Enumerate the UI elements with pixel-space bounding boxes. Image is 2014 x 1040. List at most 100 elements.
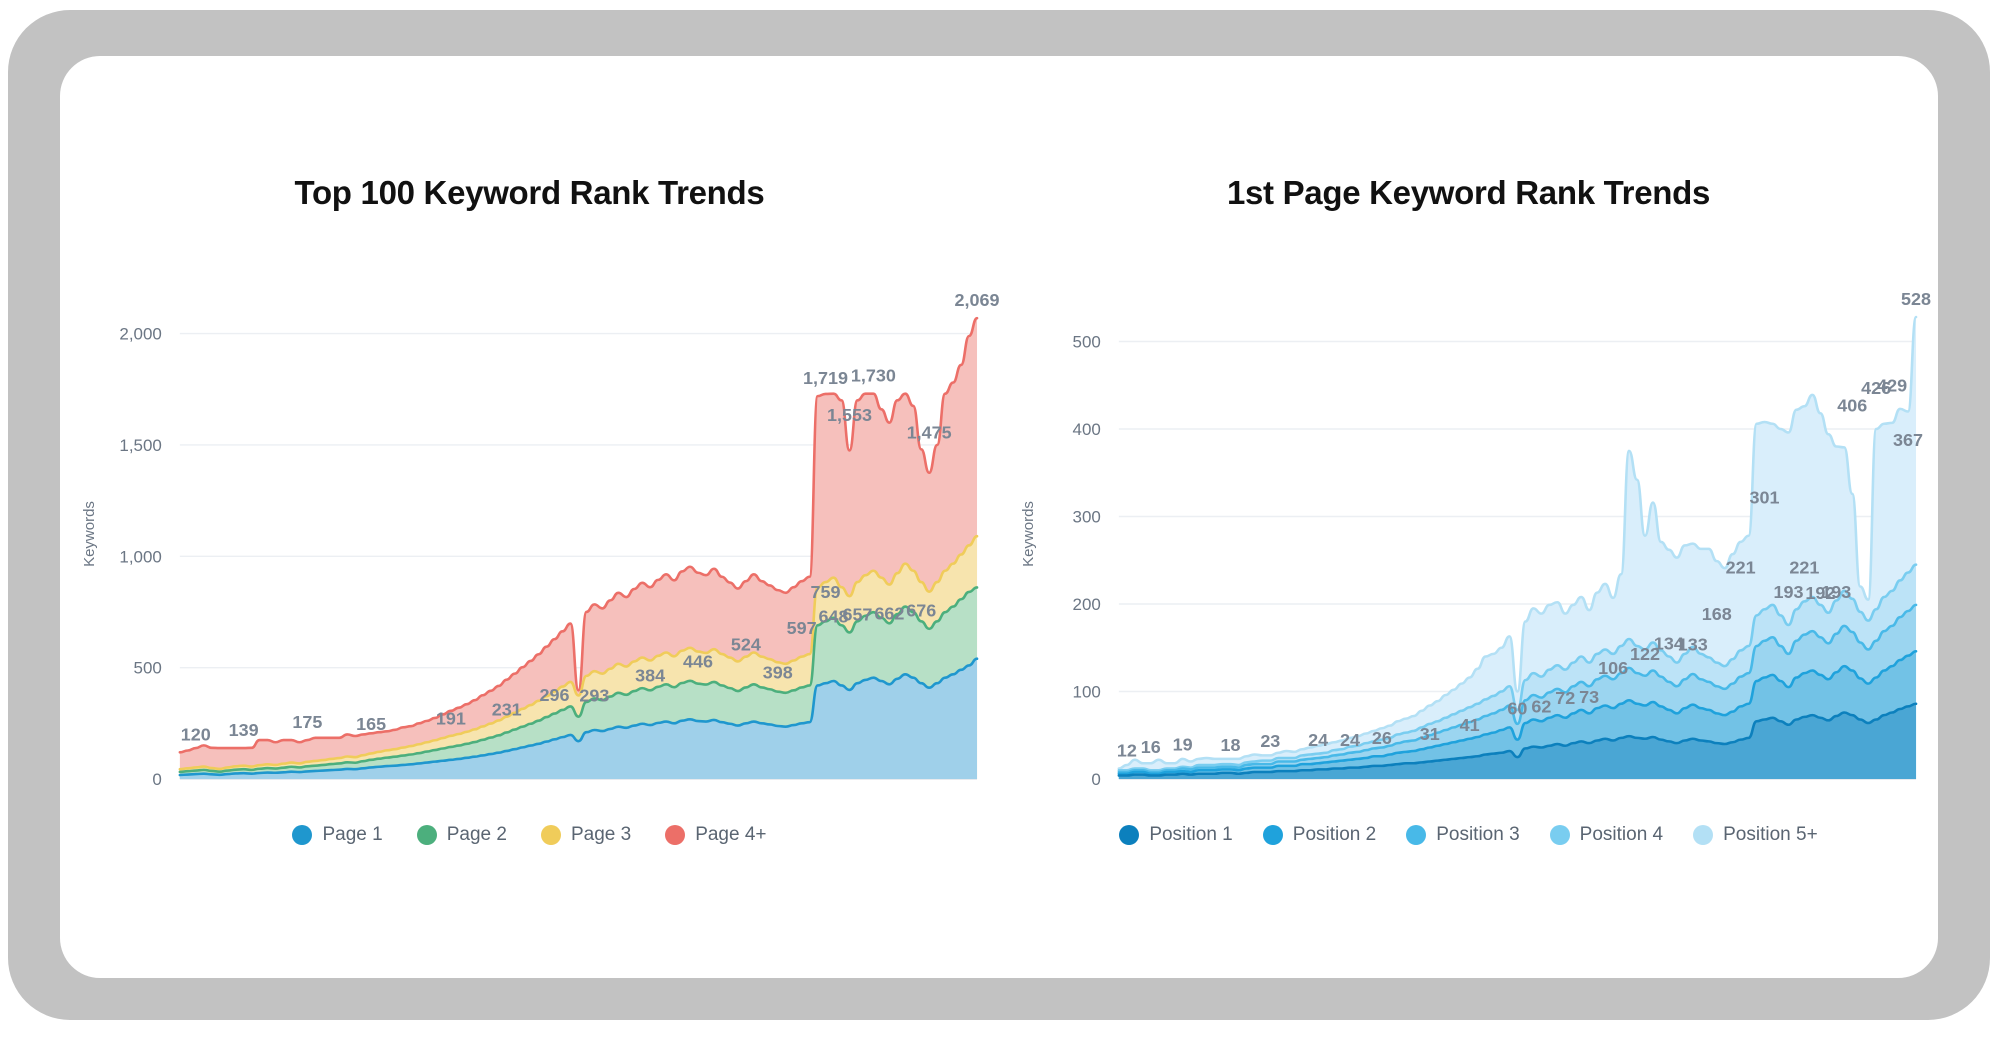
- data-point-label: 175: [292, 712, 322, 732]
- y-axis-tick-label: 1,000: [119, 547, 161, 566]
- data-point-label: 528: [1901, 289, 1931, 309]
- data-point-label: 165: [356, 714, 386, 734]
- legend-top-100: Page 1 Page 2 Page 3 Page 4+: [60, 824, 999, 846]
- dashboard-panel: Top 100 Keyword Rank Trends 0 500 1,000 1,5…: [60, 56, 1938, 978]
- legend-item-label: Page 3: [570, 824, 632, 845]
- data-point-label: 406: [1837, 396, 1867, 416]
- y-axis-tick-label: 1,500: [119, 436, 161, 455]
- y-axis-tick-label: 400: [1073, 420, 1101, 439]
- data-point-label: 106: [1598, 658, 1628, 678]
- data-point-label: 398: [763, 662, 793, 682]
- data-point-label: 1,730: [851, 366, 896, 386]
- legend-item-position-1[interactable]: Position 1: [1119, 824, 1233, 846]
- legend-color-dot: [1693, 825, 1714, 845]
- data-point-label: 293: [579, 686, 609, 706]
- data-point-label: 367: [1893, 430, 1923, 450]
- data-point-label: 231: [492, 700, 522, 720]
- data-point-label: 193: [1773, 582, 1803, 602]
- legend-item-label: Position 1: [1149, 824, 1233, 845]
- data-point-label: 524: [731, 634, 761, 654]
- chart-card-1st-page: 1st Page Keyword Rank Trends 0 100 200 300 4…: [999, 56, 1938, 978]
- area-chart-top-100[interactable]: 0 500 1,000 1,500 2,000 Keywords 120 139 175 165 1…: [60, 241, 999, 841]
- data-point-label: 72: [1555, 688, 1575, 708]
- y-axis-tick-label: 200: [1073, 595, 1101, 614]
- data-point-label: 597: [787, 618, 817, 638]
- legend-item-position-5[interactable]: Position 5+: [1693, 824, 1818, 846]
- legend-color-dot: [1406, 825, 1427, 845]
- data-point-label: 221: [1789, 558, 1819, 578]
- chart-card-top-100: Top 100 Keyword Rank Trends 0 500 1,000 1,5…: [60, 56, 999, 978]
- legend-item-label: Page 4+: [695, 824, 767, 845]
- data-point-label: 1,475: [907, 422, 952, 442]
- chart-title-top-100: Top 100 Keyword Rank Trends: [294, 174, 765, 211]
- plot-area-1st-page: 0 100 200 300 400 500 Keywords 12 16 19 18 23 24 24 26…: [999, 241, 1938, 841]
- data-point-label: 429: [1877, 376, 1907, 396]
- data-point-label: 657: [842, 605, 872, 625]
- data-point-label: 41: [1460, 715, 1480, 735]
- legend-color-dot: [416, 825, 437, 845]
- data-point-label: 23: [1260, 731, 1280, 751]
- data-point-label: 193: [1821, 582, 1851, 602]
- data-point-label: 662: [874, 604, 904, 624]
- legend-item-page-1[interactable]: Page 1: [292, 824, 383, 846]
- legend-item-page-2[interactable]: Page 2: [416, 824, 507, 846]
- y-axis-tick-label: 100: [1073, 682, 1101, 701]
- charts-row: Top 100 Keyword Rank Trends 0 500 1,000 1,5…: [60, 56, 1938, 978]
- y-axis-tick-label: 300: [1073, 507, 1101, 526]
- y-axis-tick-label: 2,000: [119, 325, 161, 344]
- legend-item-position-3[interactable]: Position 3: [1406, 824, 1520, 846]
- legend-item-label: Position 2: [1292, 824, 1377, 845]
- data-point-label: 133: [1678, 635, 1708, 655]
- y-axis-tick-label: 0: [1091, 770, 1100, 789]
- legend-item-label: Position 3: [1436, 824, 1520, 845]
- screenshot-root: Top 100 Keyword Rank Trends 0 500 1,000 1,5…: [0, 0, 2014, 1040]
- y-axis-title: Keywords: [1020, 501, 1037, 567]
- data-point-label: 446: [683, 652, 713, 672]
- data-point-label: 24: [1308, 730, 1328, 750]
- legend-item-label: Page 2: [446, 824, 507, 845]
- y-axis-tick-label: 0: [152, 770, 161, 789]
- data-point-label: 1,553: [827, 405, 872, 425]
- data-point-label: 16: [1141, 737, 1161, 757]
- data-point-label: 296: [540, 685, 570, 705]
- data-point-label: 12: [1117, 740, 1137, 760]
- data-point-label: 676: [906, 600, 936, 620]
- data-point-label: 168: [1702, 604, 1732, 624]
- plot-area-top-100: 0 500 1,000 1,500 2,000 Keywords 120 139 175 165 1…: [60, 241, 999, 841]
- area-chart-1st-page[interactable]: 0 100 200 300 400 500 Keywords 12 16 19 18 23 24 24 26…: [999, 241, 1938, 841]
- legend-color-dot: [1262, 825, 1283, 845]
- data-point-label: 18: [1220, 735, 1240, 755]
- legend-color-dot: [665, 825, 686, 845]
- legend-color-dot: [540, 825, 561, 845]
- chart-title-1st-page: 1st Page Keyword Rank Trends: [1226, 174, 1711, 211]
- data-point-label: 221: [1726, 558, 1756, 578]
- legend-1st-page: Position 1 Position 2 Position 3 Position 4…: [999, 824, 1938, 846]
- y-axis-tick-label: 500: [1073, 332, 1101, 351]
- data-point-label: 384: [635, 665, 665, 685]
- data-point-label: 301: [1750, 488, 1780, 508]
- data-point-label: 73: [1579, 687, 1599, 707]
- legend-color-dot: [292, 825, 313, 845]
- data-point-label: 120: [181, 724, 211, 744]
- legend-item-label: Page 1: [322, 824, 383, 845]
- data-point-label: 60: [1507, 698, 1527, 718]
- legend-item-label: Position 4: [1579, 824, 1664, 845]
- data-point-label: 1,719: [803, 368, 848, 388]
- data-point-label: 2,069: [955, 290, 999, 310]
- legend-item-page-3[interactable]: Page 3: [540, 824, 632, 846]
- data-point-label: 31: [1420, 724, 1440, 744]
- data-point-label: 62: [1531, 697, 1551, 717]
- data-point-label: 26: [1372, 728, 1392, 748]
- data-point-label: 19: [1173, 734, 1193, 754]
- legend-item-position-4[interactable]: Position 4: [1549, 824, 1664, 846]
- y-axis-title: Keywords: [81, 501, 98, 567]
- legend-item-position-2[interactable]: Position 2: [1262, 824, 1377, 846]
- legend-color-dot: [1549, 825, 1570, 845]
- data-point-label: 139: [229, 720, 259, 740]
- device-frame: Top 100 Keyword Rank Trends 0 500 1,000 1,5…: [8, 10, 1990, 1020]
- legend-item-label: Position 5+: [1723, 824, 1818, 845]
- legend-item-page-4[interactable]: Page 4+: [665, 824, 767, 846]
- data-point-label: 24: [1340, 730, 1360, 750]
- y-axis-tick-label: 500: [134, 659, 162, 678]
- legend-color-dot: [1119, 825, 1140, 845]
